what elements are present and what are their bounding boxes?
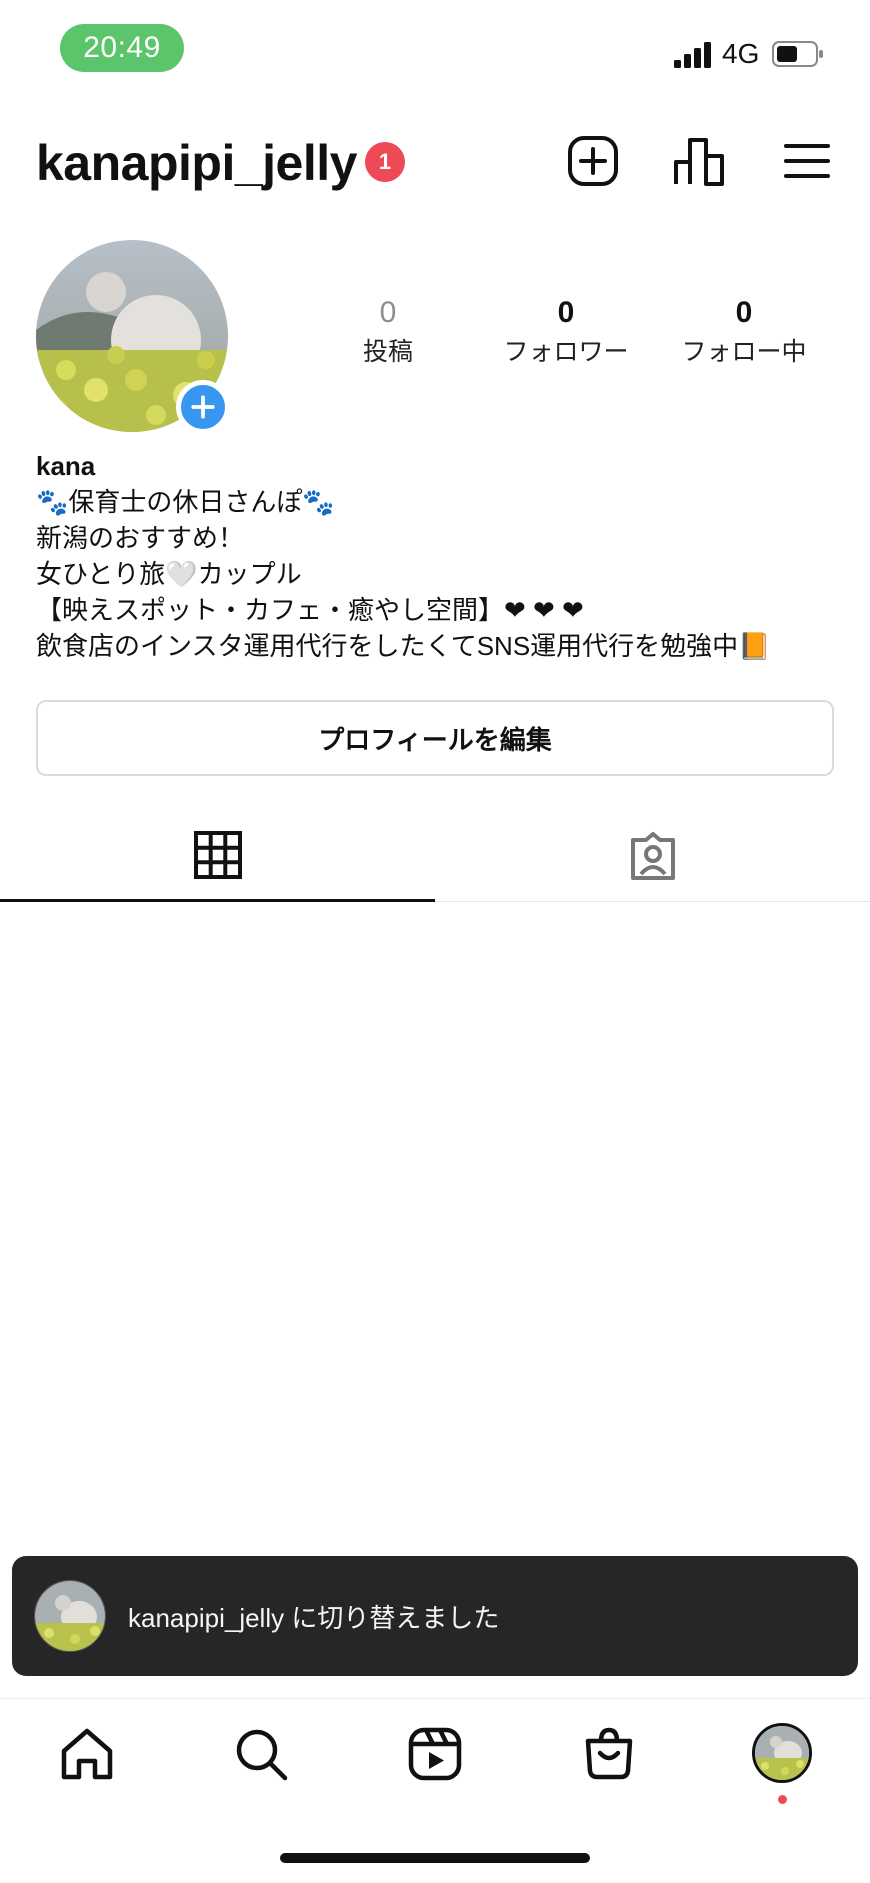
tab-grid[interactable] (0, 810, 435, 902)
stat-posts-count: 0 (379, 296, 397, 329)
profile-header: kanapipi_jelly 1 (0, 120, 870, 204)
search-icon[interactable] (232, 1725, 290, 1783)
stat-posts[interactable]: 0 投稿 (298, 294, 478, 370)
menu-icon[interactable] (780, 134, 834, 188)
edit-profile-button[interactable]: プロフィールを編集 (36, 700, 834, 776)
cellular-signal-icon (674, 42, 711, 68)
home-icon[interactable] (58, 1725, 116, 1783)
tab-tagged[interactable] (435, 810, 870, 902)
profile-notification-dot (778, 1795, 787, 1804)
bio-line: 🐾保育士の休日さんぽ🐾 (36, 487, 335, 517)
profile-stats: 0 投稿 0 フォロワー 0 フォロー中 (300, 294, 870, 374)
stat-following-label: フォロー中 (681, 338, 807, 366)
profile-tabs (0, 810, 870, 902)
stat-followers-label: フォロワー (503, 338, 629, 366)
display-name: kana (36, 451, 96, 481)
bio-line: 女ひとり旅🤍カップル (36, 559, 302, 589)
shop-icon[interactable] (580, 1725, 638, 1783)
stat-following-count: 0 (735, 296, 753, 329)
profile-avatar-container[interactable] (36, 240, 230, 434)
profile-tab-avatar[interactable] (752, 1723, 812, 1783)
add-story-button[interactable] (176, 380, 230, 434)
account-switched-toast: kanapipi_jelly に切り替えました (12, 1556, 858, 1676)
toast-message: kanapipi_jelly に切り替えました (128, 1602, 500, 1633)
username[interactable]: kanapipi_jelly (36, 134, 357, 192)
grid-icon (193, 830, 242, 879)
profile-bio: kana 🐾保育士の休日さんぽ🐾 新潟のおすすめ！ 女ひとり旅🤍カップル 【映え… (36, 448, 846, 664)
plus-icon (191, 395, 215, 419)
new-post-icon[interactable] (566, 134, 620, 188)
bio-line: 飲食店のインスタ運用代行をしたくてSNS運用代行を勉強中📙 (36, 631, 771, 661)
stat-posts-label: 投稿 (362, 338, 413, 366)
bio-line: 【映えスポット・カフェ・癒やし空間】❤︎ ❤︎ ❤︎ (36, 595, 584, 625)
stat-followers[interactable]: 0 フォロワー (476, 294, 656, 370)
status-bar: 20:49 4G (0, 0, 870, 90)
notification-badge[interactable]: 1 (365, 142, 405, 182)
network-type: 4G (722, 38, 760, 69)
reels-icon[interactable] (406, 1725, 464, 1783)
insights-icon[interactable] (672, 134, 726, 188)
tagged-person-icon (630, 832, 675, 880)
home-indicator[interactable] (280, 1853, 590, 1863)
status-time: 20:49 (60, 24, 184, 72)
bio-line: 新潟のおすすめ！ (36, 523, 245, 553)
battery-icon (772, 41, 823, 67)
stat-following[interactable]: 0 フォロー中 (654, 294, 834, 370)
stat-followers-count: 0 (557, 296, 575, 329)
toast-avatar (34, 1580, 106, 1652)
bottom-navigation (0, 1698, 870, 1808)
